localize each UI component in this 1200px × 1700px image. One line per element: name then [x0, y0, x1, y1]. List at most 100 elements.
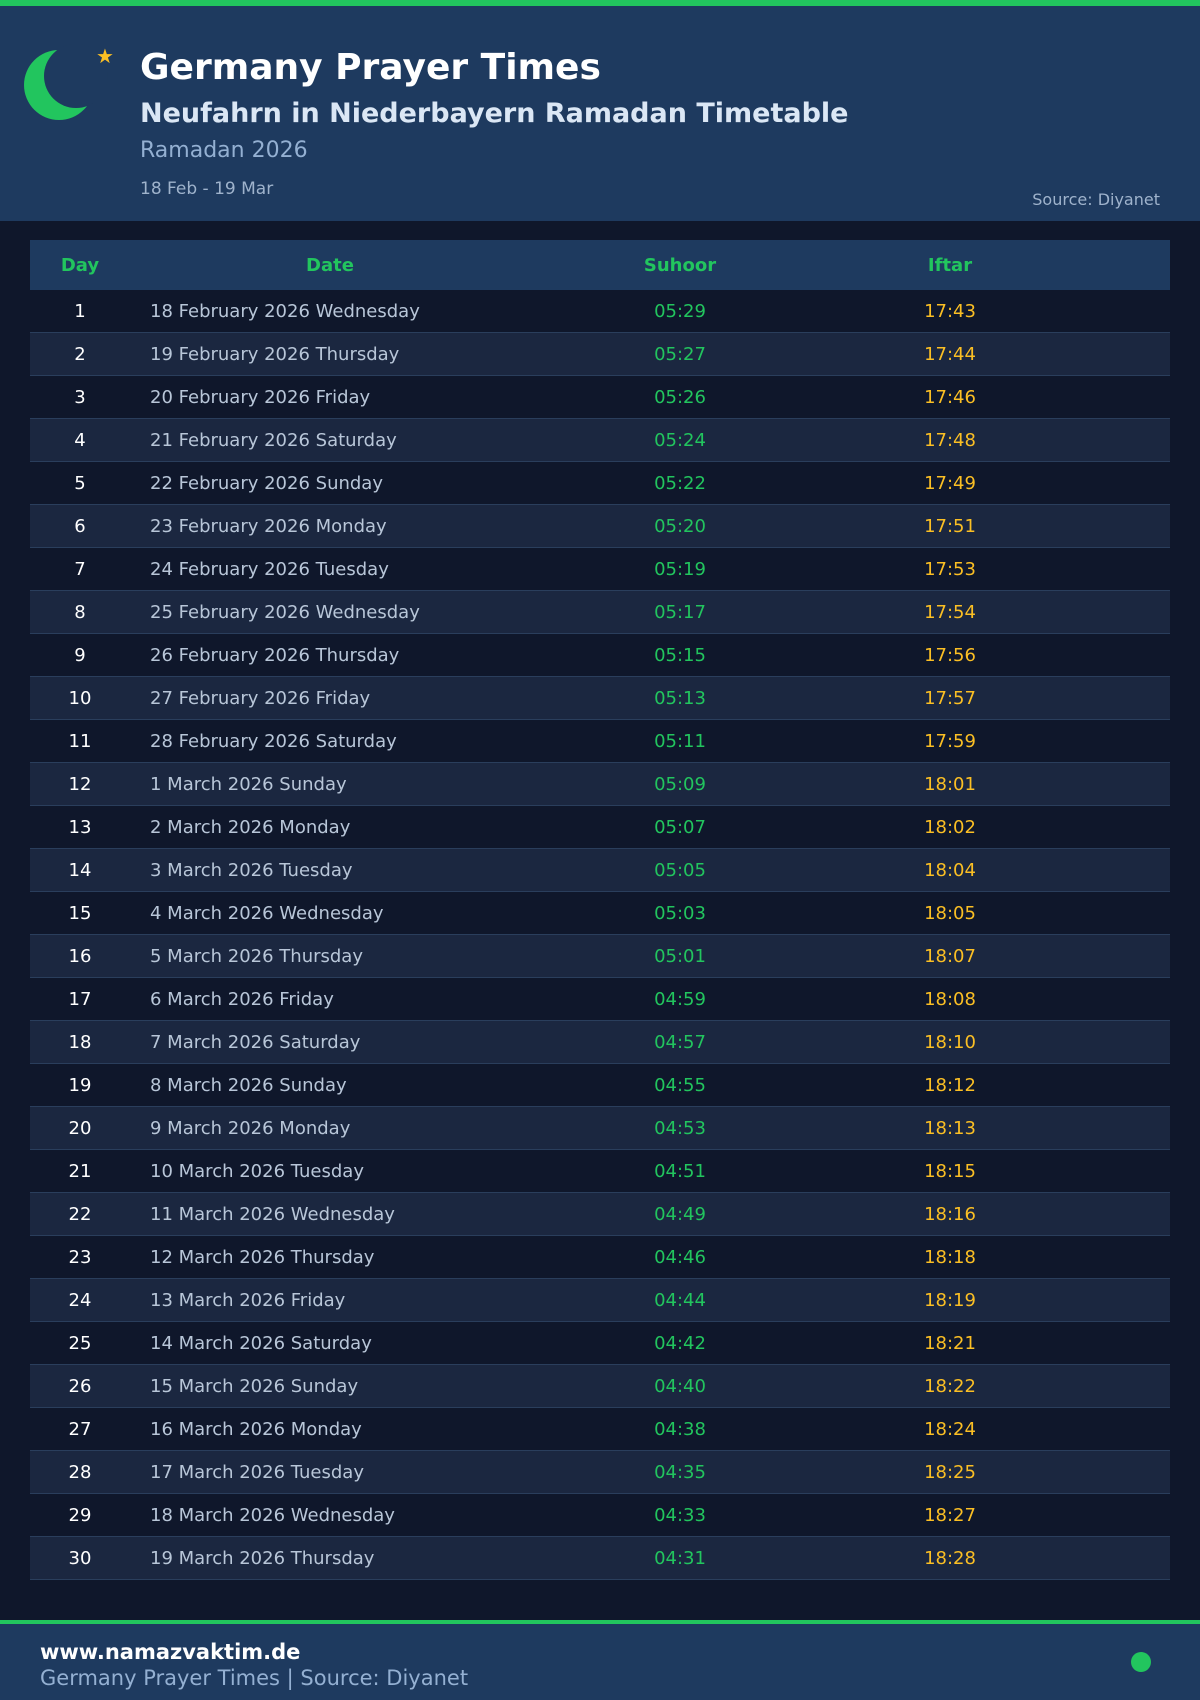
- suhoor-cell: 04:55: [654, 1074, 706, 1096]
- day-cell: 2: [74, 343, 86, 365]
- day-cell: 21: [68, 1160, 92, 1182]
- date-cell: 6 March 2026 Friday: [150, 988, 334, 1010]
- day-cell: 4: [74, 429, 86, 451]
- suhoor-cell: 04:46: [654, 1246, 706, 1268]
- iftar-cell: 18:08: [924, 988, 976, 1010]
- ramadan-period: Ramadan 2026: [140, 138, 308, 163]
- day-cell: 22: [68, 1203, 92, 1225]
- date-cell: 27 February 2026 Friday: [150, 687, 371, 709]
- date-cell: 14 March 2026 Saturday: [150, 1332, 372, 1354]
- table-row: 5 22 February 2026 Sunday 05:22 17:49: [30, 462, 1170, 505]
- table-row: 9 26 February 2026 Thursday 05:15 17:56: [30, 634, 1170, 677]
- column-header-day: Day: [60, 254, 100, 276]
- day-cell: 17: [68, 988, 92, 1010]
- day-cell: 30: [68, 1547, 92, 1569]
- day-cell: 5: [74, 472, 86, 494]
- day-cell: 15: [68, 902, 92, 924]
- date-cell: 26 February 2026 Thursday: [150, 644, 400, 666]
- day-cell: 28: [68, 1461, 92, 1483]
- day-cell: 16: [68, 945, 92, 967]
- date-cell: 2 March 2026 Monday: [150, 816, 351, 838]
- suhoor-cell: 04:38: [654, 1418, 706, 1440]
- footer-url: www.namazvaktim.de: [40, 1640, 301, 1664]
- table-row: 3 20 February 2026 Friday 05:26 17:46: [30, 376, 1170, 419]
- table-row: 1 18 February 2026 Wednesday 05:29 17:43: [30, 290, 1170, 333]
- day-cell: 23: [68, 1246, 92, 1268]
- iftar-cell: 18:02: [924, 816, 976, 838]
- date-cell: 28 February 2026 Saturday: [150, 730, 397, 752]
- day-cell: 13: [68, 816, 92, 838]
- page-subtitle: Neufahrn in Niederbayern Ramadan Timetab…: [140, 98, 849, 129]
- table-row: 13 2 March 2026 Monday 05:07 18:02: [30, 806, 1170, 849]
- table-row: 27 16 March 2026 Monday 04:38 18:24: [30, 1408, 1170, 1451]
- table-row: 2 19 February 2026 Thursday 05:27 17:44: [30, 333, 1170, 376]
- date-cell: 17 March 2026 Tuesday: [150, 1461, 364, 1483]
- suhoor-cell: 04:51: [654, 1160, 706, 1182]
- suhoor-cell: 05:22: [654, 472, 706, 494]
- iftar-cell: 17:56: [924, 644, 976, 666]
- iftar-cell: 18:21: [924, 1332, 976, 1354]
- iftar-cell: 18:07: [924, 945, 976, 967]
- day-cell: 11: [68, 730, 92, 752]
- iftar-cell: 17:57: [924, 687, 976, 709]
- source-label: Source: Diyanet: [1032, 190, 1160, 209]
- suhoor-cell: 04:59: [654, 988, 706, 1010]
- iftar-cell: 17:46: [924, 386, 976, 408]
- suhoor-cell: 04:42: [654, 1332, 706, 1354]
- date-cell: 13 March 2026 Friday: [150, 1289, 346, 1311]
- day-cell: 24: [68, 1289, 92, 1311]
- suhoor-cell: 05:20: [654, 515, 706, 537]
- suhoor-cell: 05:07: [654, 816, 706, 838]
- table-row: 8 25 February 2026 Wednesday 05:17 17:54: [30, 591, 1170, 634]
- table-row: 23 12 March 2026 Thursday 04:46 18:18: [30, 1236, 1170, 1279]
- date-cell: 4 March 2026 Wednesday: [150, 902, 384, 924]
- suhoor-cell: 04:57: [654, 1031, 706, 1053]
- iftar-cell: 17:51: [924, 515, 976, 537]
- iftar-cell: 18:05: [924, 902, 976, 924]
- iftar-cell: 17:49: [924, 472, 976, 494]
- table-body: 1 18 February 2026 Wednesday 05:29 17:43 2 19…: [30, 290, 1170, 1580]
- suhoor-cell: 05:27: [654, 343, 706, 365]
- suhoor-cell: 05:11: [654, 730, 706, 752]
- date-range: 18 Feb - 19 Mar: [140, 179, 274, 199]
- date-cell: 22 February 2026 Sunday: [150, 472, 383, 494]
- table-row: 24 13 March 2026 Friday 04:44 18:19: [30, 1279, 1170, 1322]
- suhoor-cell: 04:35: [654, 1461, 706, 1483]
- iftar-cell: 17:59: [924, 730, 976, 752]
- suhoor-cell: 05:13: [654, 687, 706, 709]
- day-cell: 8: [74, 601, 86, 623]
- date-cell: 18 March 2026 Wednesday: [150, 1504, 395, 1526]
- iftar-cell: 18:28: [924, 1547, 976, 1569]
- table-row: 22 11 March 2026 Wednesday 04:49 18:16: [30, 1193, 1170, 1236]
- day-cell: 18: [68, 1031, 92, 1053]
- table-header: Day Date Suhoor Iftar: [30, 240, 1170, 290]
- day-cell: 6: [74, 515, 86, 537]
- column-header-date: Date: [306, 254, 354, 276]
- suhoor-cell: 05:26: [654, 386, 706, 408]
- iftar-cell: 17:48: [924, 429, 976, 451]
- iftar-cell: 18:24: [924, 1418, 976, 1440]
- suhoor-cell: 04:44: [654, 1289, 706, 1311]
- suhoor-cell: 04:53: [654, 1117, 706, 1139]
- table-row: 28 17 March 2026 Tuesday 04:35 18:25: [30, 1451, 1170, 1494]
- table-row: 10 27 February 2026 Friday 05:13 17:57: [30, 677, 1170, 720]
- suhoor-cell: 05:09: [654, 773, 706, 795]
- day-cell: 12: [68, 773, 92, 795]
- suhoor-cell: 05:29: [654, 300, 706, 322]
- table-row: 20 9 March 2026 Monday 04:53 18:13: [30, 1107, 1170, 1150]
- suhoor-cell: 04:33: [654, 1504, 706, 1526]
- suhoor-cell: 05:17: [654, 601, 706, 623]
- suhoor-cell: 05:05: [654, 859, 706, 881]
- iftar-cell: 18:01: [924, 773, 976, 795]
- table-row: 7 24 February 2026 Tuesday 05:19 17:53: [30, 548, 1170, 591]
- iftar-cell: 18:16: [924, 1203, 976, 1225]
- iftar-cell: 17:43: [924, 300, 976, 322]
- date-cell: 1 March 2026 Sunday: [150, 773, 347, 795]
- table-row: 16 5 March 2026 Thursday 05:01 18:07: [30, 935, 1170, 978]
- date-cell: 15 March 2026 Sunday: [150, 1375, 359, 1397]
- day-cell: 19: [68, 1074, 92, 1096]
- timetable: Day Date Suhoor Iftar 1 18 February 2026 …: [30, 240, 1170, 1580]
- date-cell: 24 February 2026 Tuesday: [150, 558, 389, 580]
- iftar-cell: 17:54: [924, 601, 976, 623]
- iftar-cell: 18:10: [924, 1031, 976, 1053]
